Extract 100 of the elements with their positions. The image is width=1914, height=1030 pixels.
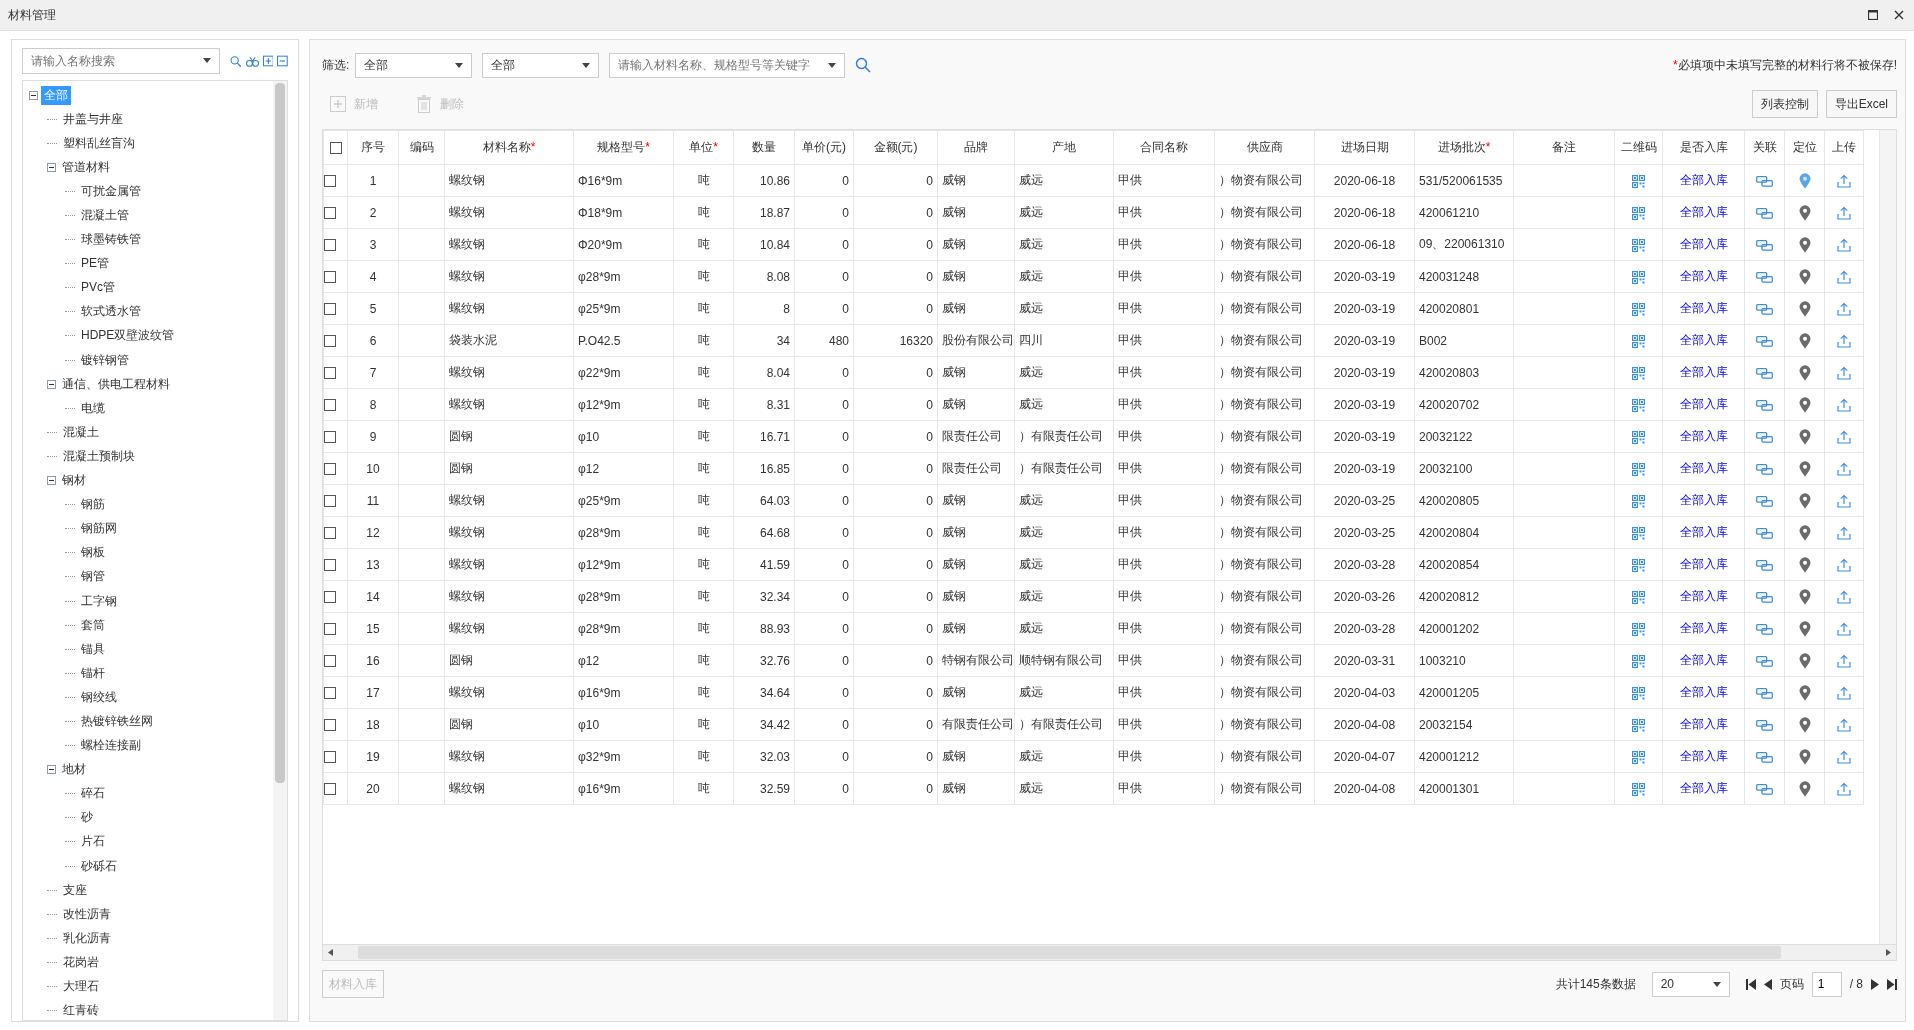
row-checkbox[interactable]: [324, 495, 336, 508]
tree-node[interactable]: 改性沥青: [60, 904, 114, 924]
scroll-left-icon[interactable]: [328, 949, 333, 956]
tree-node[interactable]: 软式透水管: [78, 302, 144, 322]
link-icon[interactable]: [1756, 623, 1773, 635]
qr-code-icon[interactable]: [1632, 526, 1645, 540]
next-page-icon[interactable]: [1871, 978, 1879, 990]
upload-icon[interactable]: [1837, 173, 1851, 188]
link-icon[interactable]: [1756, 655, 1773, 667]
qr-code-icon[interactable]: [1632, 398, 1645, 412]
upload-icon[interactable]: [1837, 429, 1851, 444]
map-pin-icon[interactable]: [1798, 428, 1811, 445]
qr-code-icon[interactable]: [1632, 462, 1645, 476]
map-pin-icon[interactable]: [1798, 172, 1811, 189]
tree-node[interactable]: PVc管: [78, 278, 118, 298]
map-pin-icon[interactable]: [1798, 620, 1811, 637]
row-checkbox[interactable]: [324, 687, 336, 700]
last-page-icon[interactable]: [1887, 978, 1897, 990]
qr-code-icon[interactable]: [1632, 750, 1645, 764]
tree-node[interactable]: 电缆: [78, 398, 108, 418]
map-pin-icon[interactable]: [1798, 524, 1811, 541]
qr-code-icon[interactable]: [1632, 270, 1645, 284]
upload-icon[interactable]: [1837, 589, 1851, 604]
maximize-icon[interactable]: [1868, 10, 1878, 20]
tree-node[interactable]: 花岗岩: [60, 952, 102, 972]
row-checkbox[interactable]: [324, 719, 336, 732]
map-pin-icon[interactable]: [1798, 396, 1811, 413]
close-icon[interactable]: [1894, 10, 1904, 20]
qr-code-icon[interactable]: [1632, 590, 1645, 604]
map-pin-icon[interactable]: [1798, 716, 1811, 733]
tree-node[interactable]: 钢材: [59, 471, 89, 491]
qr-code-icon[interactable]: [1632, 334, 1645, 348]
filter-dropdown[interactable]: 全部: [482, 52, 600, 78]
link-icon[interactable]: [1756, 303, 1773, 315]
tree-node[interactable]: 大理石: [60, 977, 102, 996]
link-icon[interactable]: [1756, 591, 1773, 603]
expand-all-icon[interactable]: [262, 54, 274, 68]
upload-icon[interactable]: [1837, 493, 1851, 508]
tree-node[interactable]: 锚杆: [78, 663, 108, 683]
row-checkbox[interactable]: [324, 239, 336, 252]
qr-code-icon[interactable]: [1632, 622, 1645, 636]
map-pin-icon[interactable]: [1798, 460, 1811, 477]
page-size-dropdown[interactable]: 20: [1651, 971, 1730, 997]
link-icon[interactable]: [1756, 751, 1773, 763]
map-pin-icon[interactable]: [1798, 780, 1811, 797]
link-icon[interactable]: [1756, 399, 1773, 411]
scrollbar[interactable]: [323, 944, 1896, 960]
qr-code-icon[interactable]: [1632, 686, 1645, 700]
tree-node[interactable]: 管道材料: [59, 157, 113, 177]
map-pin-icon[interactable]: [1798, 556, 1811, 573]
qr-code-icon[interactable]: [1632, 718, 1645, 732]
tree-node[interactable]: 片石: [78, 832, 108, 852]
first-page-icon[interactable]: [1745, 978, 1756, 990]
tree-node[interactable]: 钢管: [78, 567, 108, 587]
row-checkbox[interactable]: [324, 527, 336, 540]
row-checkbox[interactable]: [324, 655, 336, 668]
upload-icon[interactable]: [1837, 621, 1851, 636]
link-icon[interactable]: [1756, 431, 1773, 443]
tree-node[interactable]: 工字钢: [78, 591, 120, 611]
qr-code-icon[interactable]: [1632, 494, 1645, 508]
qr-code-icon[interactable]: [1632, 174, 1645, 188]
tree-node[interactable]: 螺栓连接副: [78, 736, 144, 756]
scrollbar[interactable]: [273, 81, 287, 1020]
scrollbar[interactable]: [1879, 130, 1896, 944]
tree-node[interactable]: 混凝土管: [78, 206, 132, 225]
upload-icon[interactable]: [1837, 301, 1851, 316]
row-checkbox[interactable]: [324, 271, 336, 284]
row-checkbox[interactable]: [324, 207, 336, 220]
upload-icon[interactable]: [1837, 205, 1851, 220]
link-icon[interactable]: [1756, 175, 1773, 187]
previous-page-icon[interactable]: [1763, 978, 1772, 990]
link-icon[interactable]: [1756, 527, 1773, 539]
row-checkbox[interactable]: [324, 367, 336, 380]
tree-node[interactable]: 钢绞线: [78, 687, 120, 707]
collapse-toggle-icon[interactable]: [29, 90, 38, 100]
collapse-toggle-icon[interactable]: [47, 162, 56, 172]
tree-node[interactable]: 套筒: [78, 615, 108, 635]
tree-node[interactable]: 砂: [78, 808, 96, 828]
upload-icon[interactable]: [1837, 653, 1851, 668]
upload-icon[interactable]: [1837, 749, 1851, 764]
qr-code-icon[interactable]: [1632, 430, 1645, 444]
upload-icon[interactable]: [1837, 557, 1851, 572]
column-settings-button[interactable]: 列表控制: [1751, 90, 1818, 118]
tree-node[interactable]: 锚具: [78, 639, 108, 659]
tree-node[interactable]: 可扰金属管: [78, 181, 144, 201]
row-checkbox[interactable]: [324, 431, 336, 444]
caret-icon[interactable]: [828, 62, 837, 68]
collapse-toggle-icon[interactable]: [47, 476, 56, 486]
upload-icon[interactable]: [1837, 461, 1851, 476]
tree-node[interactable]: 混凝土预制块: [60, 446, 138, 466]
qr-code-icon[interactable]: [1632, 558, 1645, 572]
tree-node[interactable]: 支座: [60, 880, 90, 900]
qr-code-icon[interactable]: [1632, 366, 1645, 380]
tree-node[interactable]: 钢板: [78, 543, 108, 563]
row-checkbox[interactable]: [324, 591, 336, 604]
upload-icon[interactable]: [1837, 333, 1851, 348]
collapse-toggle-icon[interactable]: [47, 765, 56, 775]
upload-icon[interactable]: [1837, 269, 1851, 284]
tree-node[interactable]: 镀锌钢管: [78, 350, 132, 370]
tree-node[interactable]: 热镀锌铁丝网: [78, 712, 156, 731]
